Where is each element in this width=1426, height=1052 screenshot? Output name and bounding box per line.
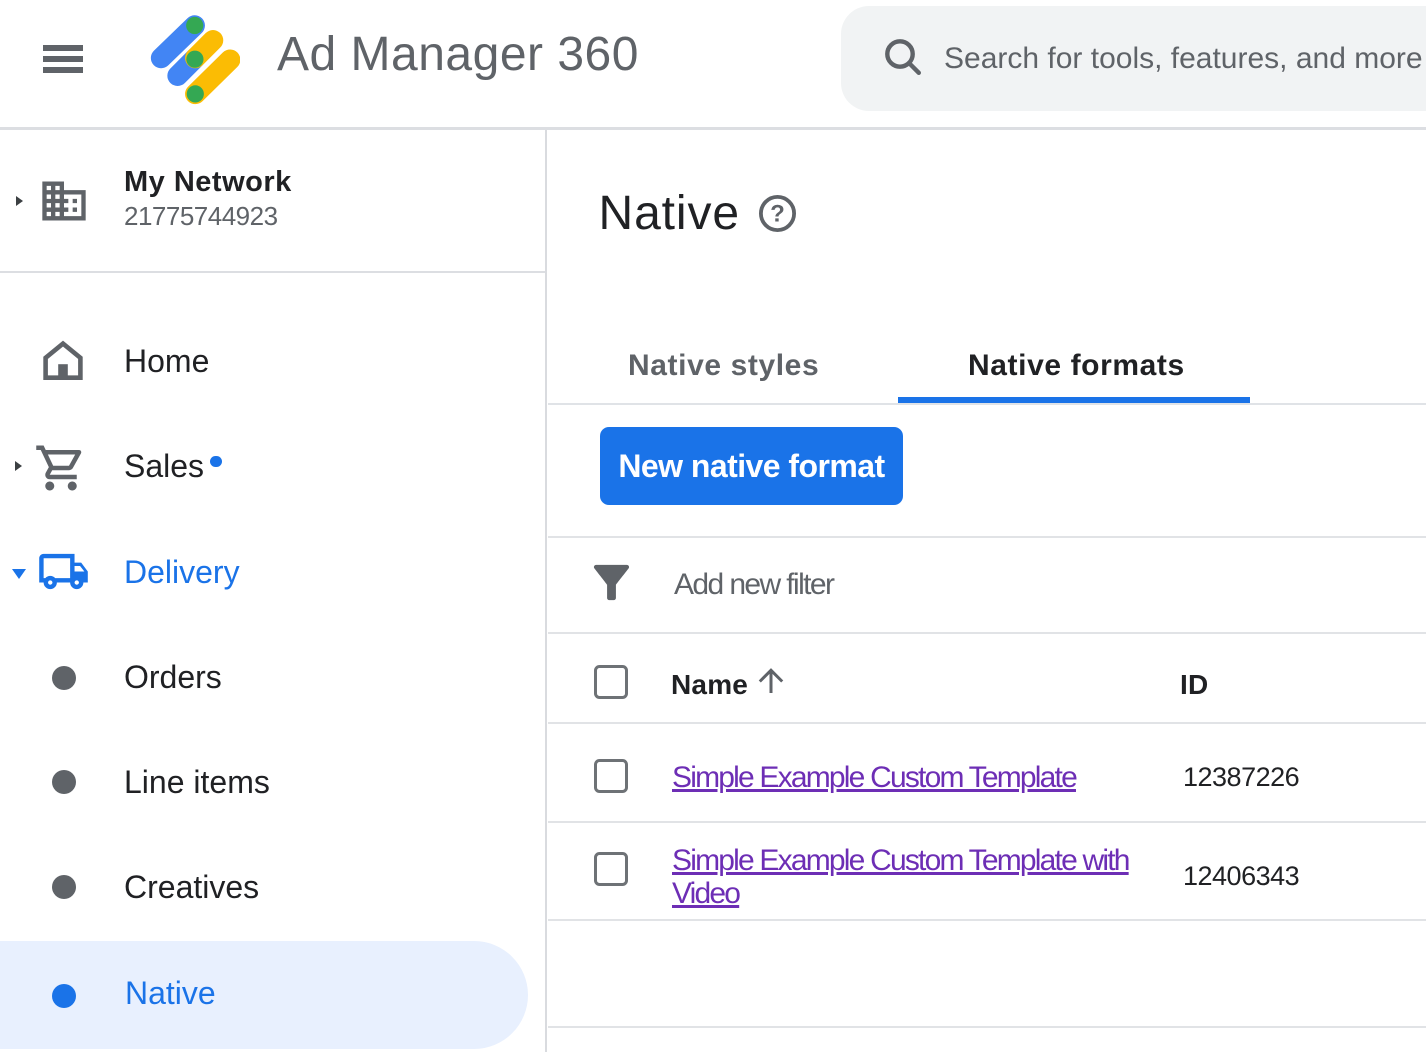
svg-text:?: ? bbox=[770, 201, 785, 228]
